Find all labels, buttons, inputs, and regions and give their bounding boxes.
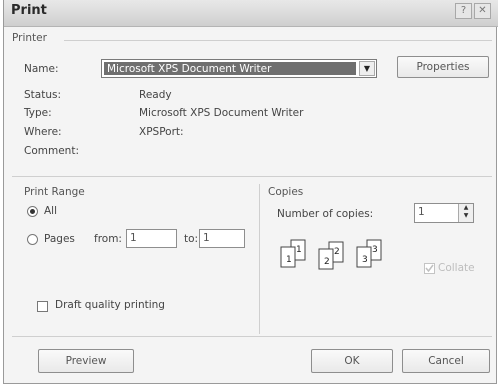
properties-button[interactable]: Properties xyxy=(397,56,489,78)
type-label: Type: xyxy=(24,107,52,119)
printer-name-value: Microsoft XPS Document Writer xyxy=(104,62,356,75)
page-pair-1: 1 1 xyxy=(280,239,306,268)
page-number: 1 xyxy=(296,245,302,255)
preview-button[interactable]: Preview xyxy=(38,349,134,373)
radio-pages-label: Pages xyxy=(44,233,75,245)
page-number: 2 xyxy=(334,247,340,257)
draft-checkbox[interactable] xyxy=(37,301,48,312)
page-number: 3 xyxy=(372,245,378,255)
to-input[interactable]: 1 xyxy=(199,229,245,248)
close-icon: ✕ xyxy=(478,5,487,16)
checkmark-icon xyxy=(425,264,434,273)
section-divider xyxy=(12,176,492,177)
radio-all-label: All xyxy=(44,205,58,217)
name-label: Name: xyxy=(24,63,59,75)
collate-illustration: 1 1 2 2 3 3 xyxy=(280,239,382,270)
status-label: Status: xyxy=(24,89,61,101)
from-input[interactable]: 1 xyxy=(126,229,177,248)
type-value: Microsoft XPS Document Writer xyxy=(139,107,304,119)
from-label: from: xyxy=(94,233,122,245)
footer-divider xyxy=(12,336,492,337)
draft-label: Draft quality printing xyxy=(55,299,165,311)
copies-label: Copies xyxy=(268,186,304,198)
collate-checkbox[interactable] xyxy=(424,263,435,274)
print-range-label: Print Range xyxy=(24,186,85,198)
page-pair-3: 3 3 xyxy=(356,239,382,268)
status-value: Ready xyxy=(139,89,172,101)
ok-button[interactable]: OK xyxy=(311,349,393,373)
copies-value: 1 xyxy=(418,206,425,218)
copies-input[interactable]: 1 ▲ ▼ xyxy=(414,203,474,223)
number-of-copies-label: Number of copies: xyxy=(277,208,374,220)
printer-group-label: Printer xyxy=(12,32,47,44)
radio-all[interactable] xyxy=(27,206,38,217)
where-value: XPSPort: xyxy=(139,126,184,138)
printer-group-divider xyxy=(64,40,492,41)
printer-name-select[interactable]: Microsoft XPS Document Writer ▼ xyxy=(101,59,377,78)
cancel-button[interactable]: Cancel xyxy=(402,349,490,373)
print-dialog: Print ? ✕ Printer Name: Microsoft XPS Do… xyxy=(3,0,498,384)
collate-label: Collate xyxy=(438,262,475,274)
radio-selected-dot xyxy=(30,209,35,214)
window-title: Print xyxy=(11,3,47,18)
page-number: 2 xyxy=(324,257,330,267)
where-label: Where: xyxy=(24,126,62,138)
help-button[interactable]: ? xyxy=(455,3,472,19)
page-number: 1 xyxy=(286,255,292,265)
copies-divider xyxy=(259,184,260,334)
page-number: 3 xyxy=(362,255,368,265)
copies-spinner[interactable]: ▲ ▼ xyxy=(458,204,473,222)
to-label: to: xyxy=(184,233,199,245)
radio-pages[interactable] xyxy=(27,234,38,245)
comment-label: Comment: xyxy=(24,145,79,157)
title-bar[interactable]: Print ? ✕ xyxy=(4,0,498,27)
close-button[interactable]: ✕ xyxy=(474,3,491,19)
help-icon: ? xyxy=(460,5,467,16)
chevron-down-icon[interactable]: ▼ xyxy=(359,61,375,76)
page-pair-2: 2 2 xyxy=(318,241,344,270)
